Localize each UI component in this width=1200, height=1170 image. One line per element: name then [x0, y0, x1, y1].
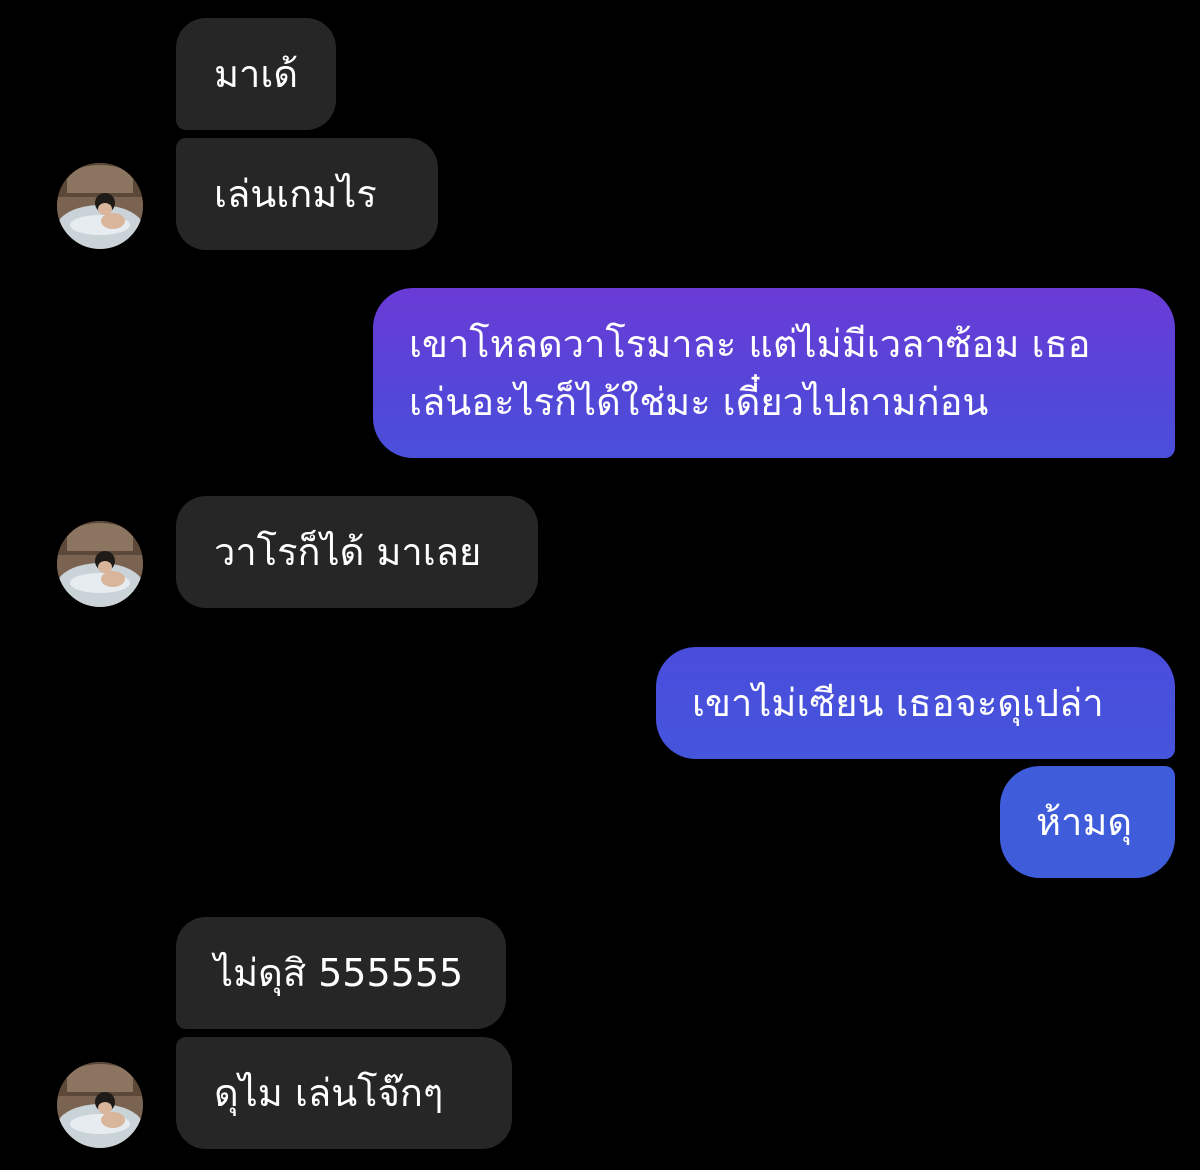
received-message-bubble[interactable]: เล่นเกมไร — [176, 138, 438, 250]
sent-message-bubble[interactable]: เขาไม่เซียน เธอจะดุเปล่า — [656, 647, 1175, 759]
contact-avatar[interactable] — [57, 1062, 143, 1148]
message-text: เขาไม่เซียน เธอจะดุเปล่า — [692, 681, 1104, 725]
message-text: ดุไม เล่นโจ๊กๆ — [214, 1071, 444, 1115]
contact-avatar[interactable] — [57, 163, 143, 249]
message-text: ไม่ดุสิ 555555 — [214, 951, 464, 995]
contact-avatar[interactable] — [57, 521, 143, 607]
message-text: ห้ามดุ — [1036, 800, 1133, 844]
received-message-bubble[interactable]: ดุไม เล่นโจ๊กๆ — [176, 1037, 512, 1149]
message-text: มาเด้ — [214, 52, 299, 96]
message-line: เล่นอะไรก็ได้ใช่มะ เดี๋ยวไปถามก่อน — [409, 380, 989, 424]
message-line: เขาโหลดวาโรมาละ แต่ไม่มีเวลาซ้อม เธอ — [409, 322, 1091, 366]
received-message-bubble[interactable]: มาเด้ — [176, 18, 336, 130]
profile-photo-icon — [57, 1062, 143, 1148]
profile-photo-icon — [57, 163, 143, 249]
message-text: เล่นเกมไร — [214, 172, 377, 216]
message-text: เขาโหลดวาโรมาละ แต่ไม่มีเวลาซ้อม เธอ เล่… — [409, 315, 1090, 431]
message-text: วาโรก็ได้ มาเลย — [214, 530, 482, 574]
received-message-bubble[interactable]: วาโรก็ได้ มาเลย — [176, 496, 538, 608]
sent-message-bubble[interactable]: ห้ามดุ — [1000, 766, 1175, 878]
sent-message-bubble[interactable]: เขาโหลดวาโรมาละ แต่ไม่มีเวลาซ้อม เธอ เล่… — [373, 288, 1175, 458]
received-message-bubble[interactable]: ไม่ดุสิ 555555 — [176, 917, 506, 1029]
profile-photo-icon — [57, 521, 143, 607]
